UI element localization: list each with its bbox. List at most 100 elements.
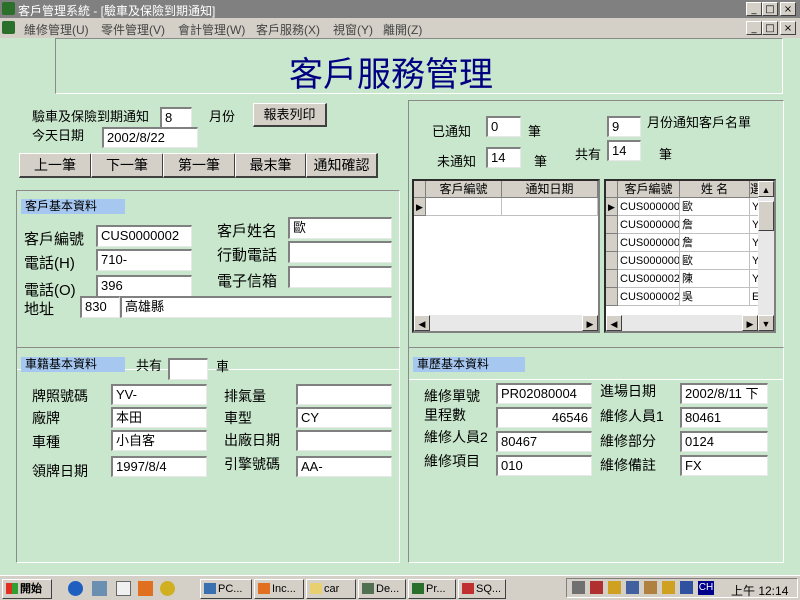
grid-cell[interactable]: 陳	[680, 270, 750, 288]
document-icon[interactable]	[116, 581, 131, 596]
customer-list-grid[interactable]: 客戶編號 姓 名 選 ▶ CUS0000002 歐 Y CUS0000004 詹 Y CUS0…	[604, 179, 776, 333]
input-method-indicator[interactable]: CH	[698, 581, 714, 595]
confirm-notice-button[interactable]: 通知確認	[306, 153, 378, 178]
staff2-field[interactable]: 80467	[496, 431, 592, 452]
task-pc[interactable]: PC...	[200, 579, 252, 599]
grid-cell[interactable]: 歐	[680, 252, 750, 270]
repair-item-field[interactable]: 010	[496, 455, 592, 476]
menu-repair[interactable]: 維修管理(U)	[24, 21, 89, 38]
notified-count-field[interactable]: 0	[486, 116, 521, 137]
menu-parts[interactable]: 零件管理(V)	[101, 21, 165, 38]
brand-field[interactable]: 本田	[111, 407, 207, 428]
menu-window[interactable]: 視窗(Y)	[333, 21, 373, 38]
scroll-left-icon[interactable]: ◀	[606, 315, 622, 331]
child-minimize-button[interactable]: _	[746, 21, 762, 35]
grid-header-notice-date[interactable]: 通知日期	[502, 181, 598, 198]
first-record-button[interactable]: 第一筆	[163, 153, 236, 178]
horizontal-scrollbar[interactable]: ◀ ▶	[606, 315, 758, 331]
customer-id-field[interactable]: CUS0000002	[96, 225, 192, 247]
tray-app-icon[interactable]	[662, 581, 675, 594]
task-inbox[interactable]: Inc...	[254, 579, 304, 599]
grid-cell[interactable]: CUS0000021	[618, 270, 680, 288]
tray-app-icon[interactable]	[680, 581, 693, 594]
mileage-field[interactable]: 46546	[496, 407, 592, 428]
license-date-field[interactable]: 1997/8/4	[111, 456, 207, 477]
grid-cell[interactable]: CUS0000022	[618, 288, 680, 306]
tel-home-field[interactable]: 710-	[96, 249, 192, 271]
engine-no-field[interactable]: AA-	[296, 456, 392, 477]
grid-cell[interactable]: 詹	[680, 216, 750, 234]
menu-accounting[interactable]: 會計管理(W)	[178, 21, 245, 38]
tel-office-field[interactable]: 396	[96, 275, 192, 297]
child-maximize-button[interactable]: □	[762, 21, 778, 35]
scroll-down-icon[interactable]: ▼	[758, 315, 774, 331]
mobile-field[interactable]	[288, 241, 392, 263]
grid-cell[interactable]: 吳	[680, 288, 750, 306]
volume-icon[interactable]	[572, 581, 585, 594]
today-date-field[interactable]: 2002/8/22	[102, 127, 198, 148]
child-close-button[interactable]: ×	[780, 21, 796, 35]
scroll-thumb[interactable]	[758, 201, 774, 231]
grid-cell[interactable]: CUS0000002	[618, 252, 680, 270]
scroll-up-icon[interactable]: ▲	[758, 181, 774, 197]
grid-row-selector[interactable]	[606, 288, 618, 306]
scroll-right-icon[interactable]: ▶	[582, 315, 598, 331]
list-month-field[interactable]: 9	[607, 116, 641, 137]
grid-row-selector[interactable]: ▶	[414, 198, 426, 216]
total-count-field[interactable]: 14	[607, 140, 641, 161]
network-icon[interactable]	[92, 581, 107, 596]
entry-date-field[interactable]: 2002/8/11 下	[680, 383, 768, 404]
repair-note-field[interactable]: FX	[680, 455, 768, 476]
monitor-icon[interactable]	[626, 581, 639, 594]
vertical-scrollbar[interactable]: ▲ ▼	[758, 181, 774, 331]
internet-explorer-icon[interactable]	[68, 581, 83, 596]
grid-cell[interactable]	[502, 198, 598, 216]
grid-header-customer-id[interactable]: 客戶編號	[426, 181, 502, 198]
grid-cell[interactable]: CUS0000004	[618, 216, 680, 234]
grid-cell[interactable]	[426, 198, 502, 216]
grid-row-selector[interactable]	[606, 216, 618, 234]
maximize-button[interactable]: □	[762, 2, 778, 16]
grid-header-name[interactable]: 姓 名	[680, 181, 750, 198]
grid-cell[interactable]: 詹	[680, 234, 750, 252]
grid-row-selector[interactable]: ▶	[606, 198, 618, 216]
grid-row-selector[interactable]	[606, 234, 618, 252]
grid-cell[interactable]: CUS0000002	[618, 198, 680, 216]
scroll-right-icon[interactable]: ▶	[742, 315, 758, 331]
menu-exit[interactable]: 離開(Z)	[383, 21, 422, 38]
notified-grid[interactable]: 客戶編號 通知日期 ▶ ◀ ▶	[412, 179, 600, 333]
task-sql[interactable]: SQ...	[458, 579, 506, 599]
grid-cell[interactable]: 歐	[680, 198, 750, 216]
staff1-field[interactable]: 80461	[680, 407, 768, 428]
calendar-icon[interactable]	[644, 581, 657, 594]
menu-customer-service[interactable]: 客戶服務(X)	[256, 21, 320, 38]
zip-code-field[interactable]: 830	[80, 296, 120, 318]
grid-row-selector[interactable]	[606, 252, 618, 270]
repair-part-field[interactable]: 0124	[680, 431, 768, 452]
vehicle-count-field[interactable]	[168, 358, 208, 380]
plate-field[interactable]: YV-	[111, 384, 207, 405]
order-no-field[interactable]: PR02080004	[496, 383, 592, 404]
grid-cell[interactable]: CUS0000004	[618, 234, 680, 252]
child-window-icon[interactable]	[2, 21, 15, 34]
close-button[interactable]: ×	[780, 2, 796, 16]
task-program[interactable]: Pr...	[408, 579, 456, 599]
task-designer[interactable]: De...	[358, 579, 406, 599]
horizontal-scrollbar[interactable]: ◀ ▶	[414, 315, 598, 331]
customer-name-field[interactable]: 歐	[288, 217, 392, 239]
vehicle-type-field[interactable]: 小自客	[111, 430, 207, 451]
grid-header-customer-id[interactable]: 客戶編號	[618, 181, 680, 198]
minimize-button[interactable]: _	[746, 2, 762, 16]
mail-icon[interactable]	[138, 581, 153, 596]
model-field[interactable]: CY	[296, 407, 392, 428]
prev-record-button[interactable]: 上一筆	[19, 153, 92, 178]
unnotified-count-field[interactable]: 14	[486, 147, 521, 168]
task-car-folder[interactable]: car	[306, 579, 356, 599]
scroll-left-icon[interactable]: ◀	[414, 315, 430, 331]
grid-row-selector[interactable]	[606, 270, 618, 288]
email-field[interactable]	[288, 266, 392, 288]
pen-icon[interactable]	[608, 581, 621, 594]
last-record-button[interactable]: 最末筆	[235, 153, 307, 178]
mfg-date-field[interactable]	[296, 430, 392, 451]
notice-month-input[interactable]: 8	[160, 107, 192, 128]
